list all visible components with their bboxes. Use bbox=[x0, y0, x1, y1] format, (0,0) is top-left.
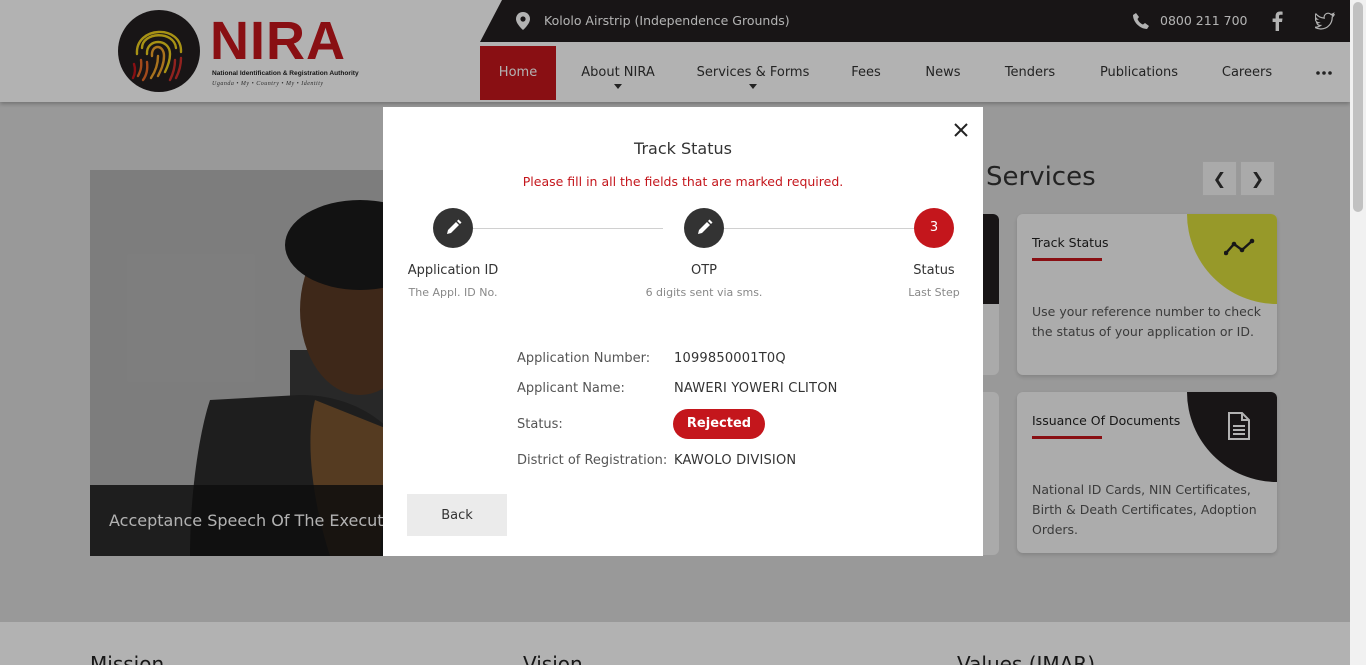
application-number-label: Application Number: bbox=[517, 351, 651, 366]
close-icon[interactable] bbox=[952, 121, 970, 139]
step-connector bbox=[473, 228, 663, 229]
step-2-sub: 6 digits sent via sms. bbox=[645, 286, 763, 299]
step-2-circle[interactable] bbox=[684, 208, 724, 248]
step-1-circle[interactable] bbox=[433, 208, 473, 248]
application-number-value: 1099850001T0Q bbox=[674, 351, 786, 366]
step-2-label: OTP bbox=[690, 263, 717, 278]
district-value: KAWOLO DIVISION bbox=[674, 453, 797, 468]
pencil-icon bbox=[698, 219, 713, 234]
back-button[interactable]: Back bbox=[407, 494, 507, 536]
step-3-circle[interactable]: 3 bbox=[914, 208, 954, 248]
step-1-label: Application ID bbox=[407, 263, 499, 278]
step-3-label: Status bbox=[913, 263, 955, 278]
step-1-sub: The Appl. ID No. bbox=[408, 286, 498, 299]
pencil-icon bbox=[447, 219, 462, 234]
applicant-name-label: Applicant Name: bbox=[517, 381, 625, 396]
step-connector bbox=[723, 228, 915, 229]
required-fields-warning: Please fill in all the fields that are m… bbox=[522, 174, 844, 189]
scrollbar-thumb[interactable] bbox=[1353, 2, 1363, 212]
status-badge: Rejected bbox=[673, 409, 765, 439]
step-3-sub: Last Step bbox=[908, 286, 960, 299]
track-status-modal: Track Status Please fill in all the fiel… bbox=[383, 107, 983, 556]
district-label: District of Registration: bbox=[517, 453, 668, 468]
applicant-name-value: NAWERI YOWERI CLITON bbox=[674, 381, 838, 396]
modal-title: Track Status bbox=[634, 139, 732, 158]
status-label: Status: bbox=[517, 417, 563, 432]
